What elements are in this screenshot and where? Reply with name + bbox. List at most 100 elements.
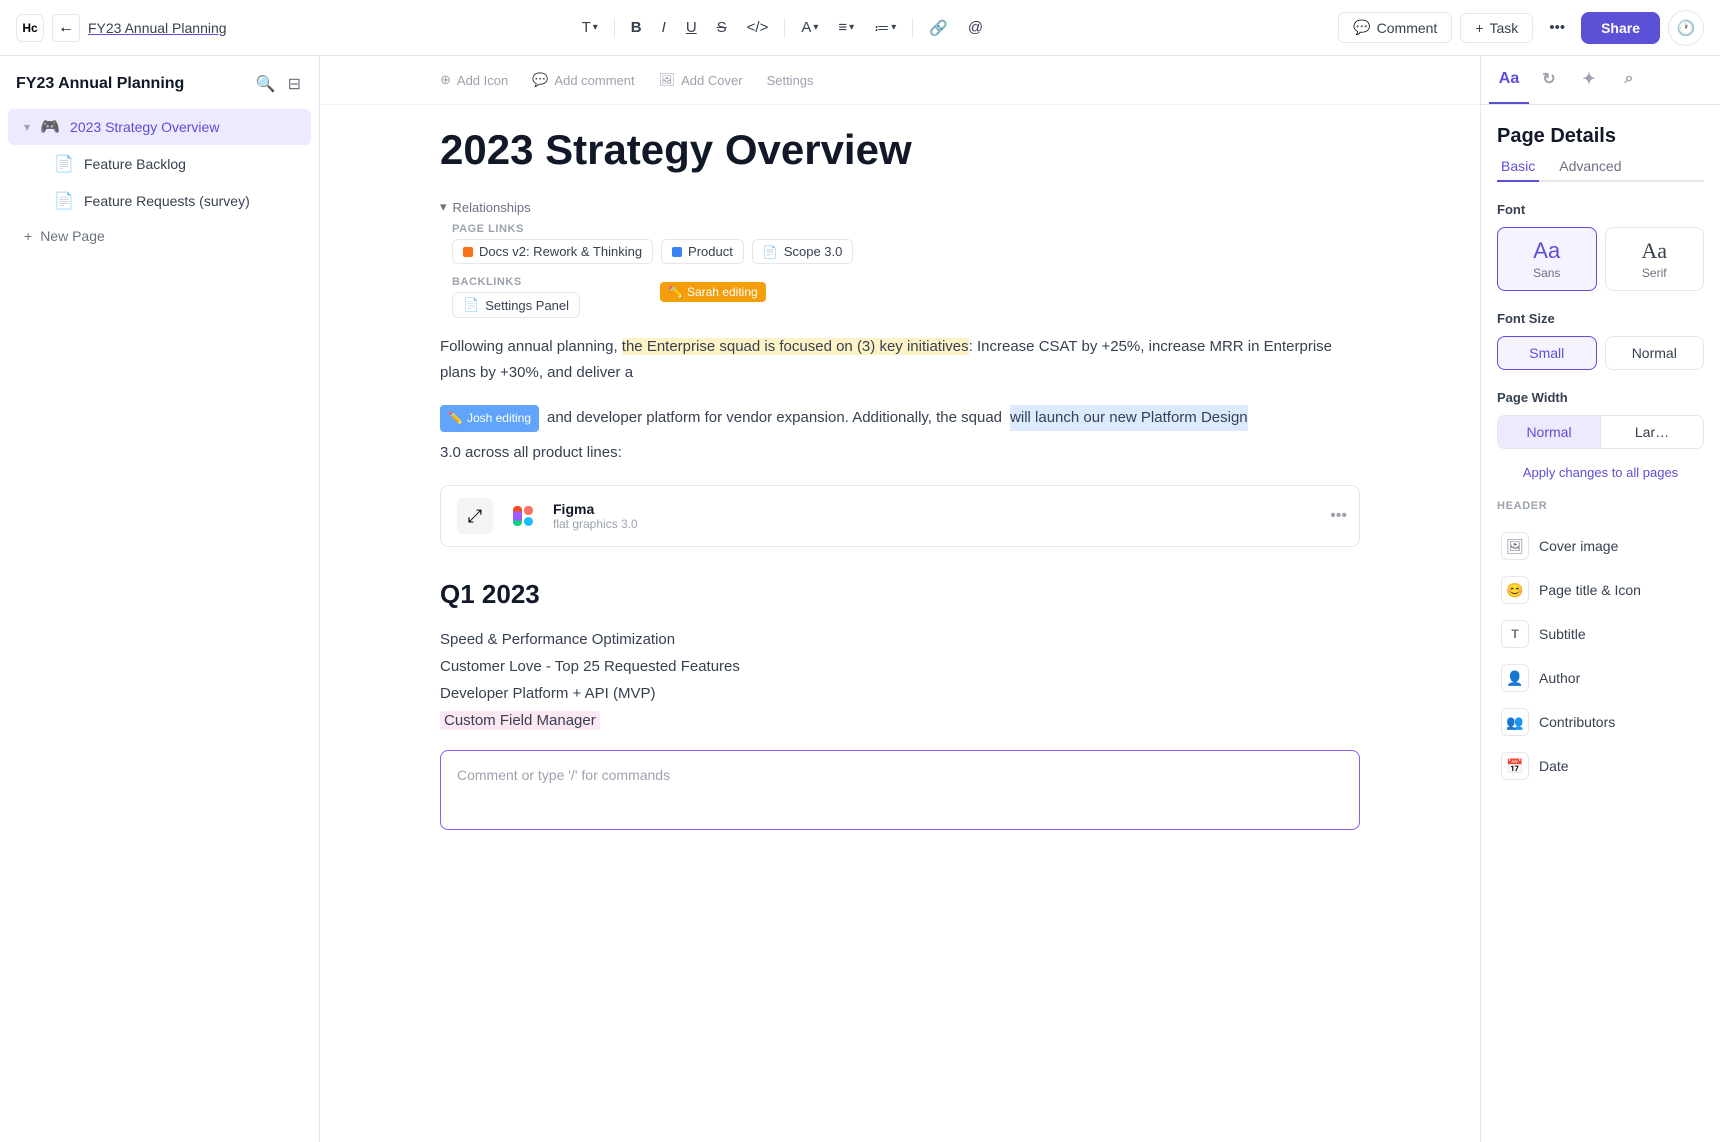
sidebar: FY23 Annual Planning 🔍 ⊟ ▾ 🎮 2023 Strate… bbox=[0, 56, 320, 1142]
comment-box[interactable]: Comment or type '/' for commands bbox=[440, 750, 1360, 830]
align-button[interactable]: ≡ ▾ bbox=[830, 15, 862, 40]
panel-tab-tools-icon: ✦ bbox=[1582, 69, 1595, 89]
color-button[interactable]: A ▾ bbox=[793, 15, 826, 40]
font-size-section: Font Size Small Normal bbox=[1497, 311, 1704, 370]
sidebar-search-button[interactable]: 🔍 bbox=[254, 72, 278, 96]
panel-sub-tab-basic[interactable]: Basic bbox=[1497, 152, 1539, 182]
author-label: Author bbox=[1539, 670, 1580, 686]
breadcrumb[interactable]: FY23 Annual Planning bbox=[88, 20, 227, 36]
panel-tab-details-icon: Aa bbox=[1499, 70, 1519, 88]
q1-list: Speed & Performance Optimization Custome… bbox=[440, 626, 1360, 734]
text-format-button[interactable]: T ▾ bbox=[574, 15, 606, 40]
font-sans-label: Sans bbox=[1506, 266, 1588, 280]
toolbar-divider-3 bbox=[912, 18, 913, 38]
app-icon[interactable]: Hc bbox=[16, 14, 44, 42]
sidebar-header-icons: 🔍 ⊟ bbox=[254, 72, 303, 96]
history-button[interactable]: 🕐 bbox=[1668, 10, 1704, 46]
body-text-block: ✏️ Sarah editing Following annual planni… bbox=[440, 334, 1360, 465]
page-content: 2023 Strategy Overview ▾ Relationships P… bbox=[320, 105, 1480, 870]
settings-button[interactable]: Settings bbox=[767, 73, 814, 88]
panel-content: Page Details Basic Advanced Font Aa Sans… bbox=[1481, 105, 1720, 808]
width-option-large[interactable]: Lar… bbox=[1601, 416, 1703, 448]
sarah-cursor-label: Sarah editing bbox=[687, 285, 758, 299]
toolbar-divider-2 bbox=[784, 18, 785, 38]
panel-tab-refresh[interactable]: ↻ bbox=[1529, 56, 1569, 104]
add-comment-button[interactable]: 💬 Add comment bbox=[532, 68, 634, 92]
josh-cursor: ✏️ Josh editing bbox=[440, 405, 539, 431]
header-option-page-title[interactable]: 😊 Page title & Icon bbox=[1497, 568, 1704, 612]
subtitle-label: Subtitle bbox=[1539, 626, 1586, 642]
bold-button[interactable]: B bbox=[623, 15, 650, 40]
body-text-paragraph-1: Following annual planning, the Enterpris… bbox=[440, 334, 1360, 385]
comment-label: Comment bbox=[1377, 20, 1438, 36]
sidebar-item-requests[interactable]: 📄 Feature Requests (survey) bbox=[8, 183, 311, 219]
font-options: Aa Sans Aa Serif bbox=[1497, 227, 1704, 291]
sidebar-layout-button[interactable]: ⊟ bbox=[286, 72, 303, 96]
panel-icon-tabs: Aa ↻ ✦ ⌕ bbox=[1481, 56, 1720, 105]
add-cover-button[interactable]: 🖼 Add Cover bbox=[659, 68, 743, 92]
header-option-date[interactable]: 📅 Date bbox=[1497, 744, 1704, 788]
sidebar-new-page-button[interactable]: + New Page bbox=[8, 220, 311, 252]
underline-button[interactable]: U bbox=[678, 15, 705, 40]
rel-link-scope[interactable]: 📄 Scope 3.0 bbox=[752, 239, 854, 264]
header-options-list: 🖼 Cover image 😊 Page title & Icon T Subt… bbox=[1497, 524, 1704, 788]
header-section-label: HEADER bbox=[1497, 500, 1704, 512]
toolbar-left: Hc ← FY23 Annual Planning bbox=[16, 14, 227, 42]
figma-name: Figma bbox=[553, 501, 1343, 517]
width-option-normal[interactable]: Normal bbox=[1498, 416, 1601, 448]
apply-changes-link[interactable]: Apply changes to all pages bbox=[1497, 465, 1704, 480]
figma-expand-icon[interactable]: ⤢ bbox=[457, 498, 493, 534]
link-button[interactable]: 🔗 bbox=[921, 15, 956, 41]
rel-link-docs[interactable]: Docs v2: Rework & Thinking bbox=[452, 239, 653, 264]
panel-sub-tab-advanced[interactable]: Advanced bbox=[1555, 152, 1625, 182]
header-option-subtitle[interactable]: T Subtitle bbox=[1497, 612, 1704, 656]
q1-item-0: Speed & Performance Optimization bbox=[440, 626, 1360, 653]
comment-button[interactable]: 💬 Comment bbox=[1338, 12, 1452, 43]
figma-more-button[interactable]: ••• bbox=[1330, 507, 1347, 525]
add-icon-button[interactable]: ⊕ Add Icon bbox=[440, 68, 508, 92]
add-comment-symbol: 💬 bbox=[532, 72, 548, 88]
italic-button[interactable]: I bbox=[654, 15, 674, 40]
font-option-sans[interactable]: Aa Sans bbox=[1497, 227, 1597, 291]
font-serif-preview: Aa bbox=[1614, 238, 1696, 264]
mention-button[interactable]: @ bbox=[960, 15, 991, 40]
list-button[interactable]: ≔ ▾ bbox=[866, 15, 904, 41]
sidebar-workspace-title: FY23 Annual Planning bbox=[16, 75, 184, 93]
panel-tab-search[interactable]: ⌕ bbox=[1609, 56, 1649, 104]
share-button[interactable]: Share bbox=[1581, 12, 1660, 44]
body-text-3: 3.0 across all product lines: bbox=[440, 440, 622, 466]
code-button[interactable]: </> bbox=[739, 15, 777, 40]
sidebar-item-backlog[interactable]: 📄 Feature Backlog bbox=[8, 146, 311, 182]
panel-tab-tools[interactable]: ✦ bbox=[1569, 56, 1609, 104]
josh-cursor-label: Josh editing bbox=[467, 408, 531, 428]
size-option-normal[interactable]: Normal bbox=[1605, 336, 1705, 370]
new-page-label: New Page bbox=[40, 228, 105, 244]
size-option-small[interactable]: Small bbox=[1497, 336, 1597, 370]
header-option-contributors[interactable]: 👥 Contributors bbox=[1497, 700, 1704, 744]
sidebar-item-backlog-icon: 📄 bbox=[54, 154, 74, 174]
page-width-section: Page Width Normal Lar… bbox=[1497, 390, 1704, 449]
add-icon-label: Add Icon bbox=[457, 73, 508, 88]
page-title-label: Page title & Icon bbox=[1539, 582, 1641, 598]
panel-tab-details[interactable]: Aa bbox=[1489, 56, 1529, 104]
task-button[interactable]: + Task bbox=[1460, 13, 1533, 43]
rel-links: Docs v2: Rework & Thinking Product 📄 Sco… bbox=[452, 239, 1360, 264]
page-title-icon: 😊 bbox=[1501, 576, 1529, 604]
header-option-author[interactable]: 👤 Author bbox=[1497, 656, 1704, 700]
more-button[interactable]: ••• bbox=[1541, 15, 1573, 40]
color-chevron: ▾ bbox=[813, 22, 818, 33]
header-option-cover[interactable]: 🖼 Cover image bbox=[1497, 524, 1704, 568]
relationships-toggle[interactable]: ▾ Relationships bbox=[440, 199, 1360, 215]
strikethrough-button[interactable]: S bbox=[709, 15, 735, 40]
backlink-settings[interactable]: 📄 Settings Panel bbox=[452, 292, 580, 318]
rel-link-product[interactable]: Product bbox=[661, 239, 744, 264]
figma-embed[interactable]: ⤢ Figma flat graphics 3.0 ••• bbox=[440, 485, 1360, 547]
page-width-label: Page Width bbox=[1497, 390, 1704, 405]
rel-link-scope-label: Scope 3.0 bbox=[784, 244, 843, 259]
back-button[interactable]: ← bbox=[52, 14, 80, 42]
sidebar-item-backlog-label: Feature Backlog bbox=[84, 156, 186, 172]
sidebar-item-strategy[interactable]: ▾ 🎮 2023 Strategy Overview bbox=[8, 109, 311, 145]
font-option-serif[interactable]: Aa Serif bbox=[1605, 227, 1705, 291]
sidebar-item-strategy-icon: 🎮 bbox=[40, 117, 60, 137]
color-label: A bbox=[801, 19, 811, 36]
